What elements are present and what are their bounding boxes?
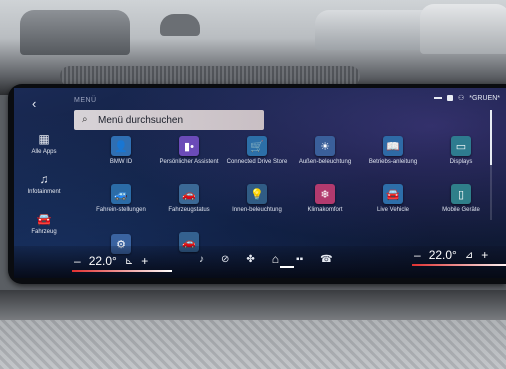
temp-value-right[interactable]: 22.0° <box>429 248 457 262</box>
app-label: Mobile Geräte <box>442 207 480 213</box>
music-icon[interactable]: ♪ <box>199 254 204 265</box>
app-tile-mobile-geraete[interactable]: ▯ Mobile Geräte <box>426 184 496 214</box>
quilted-trim <box>0 320 506 369</box>
interior-light-icon: 💡 <box>247 184 267 204</box>
quick-controls: ♪ ⊘ ✤ ⌂ ▪▪ ☎ <box>199 252 333 266</box>
temp-decrease-left[interactable]: – <box>74 254 81 268</box>
dashboard-trim <box>0 290 506 369</box>
temp-increase-right[interactable]: + <box>481 248 488 262</box>
sidenav-label: Fahrzeug <box>31 229 57 235</box>
temp-indicator-left <box>72 270 172 272</box>
app-tile-betriebsanleitung[interactable]: 📖 Betriebs-anleitung <box>358 136 428 166</box>
car-icon: 🚘 <box>36 212 52 226</box>
climate-icon: ❄ <box>315 184 335 204</box>
app-tile-aussenbeleuchtung[interactable]: ☀ Außen-beleuchtung <box>290 136 360 166</box>
app-label: Fahrzeugstatus <box>168 207 210 213</box>
live-vehicle-icon: 🚘 <box>383 184 403 204</box>
app-label: Innen-beleuchtung <box>232 207 282 213</box>
app-label: BMW ID <box>109 159 133 165</box>
mobile-devices-icon: ▯ <box>451 184 471 204</box>
app-label: Displays <box>449 159 473 165</box>
apps-icon[interactable]: ▪▪ <box>296 254 303 265</box>
seat-heating-icon[interactable]: ⊾ <box>125 256 133 267</box>
app-tile-fahrzeugstatus[interactable]: 🚗 Fahrzeugstatus <box>154 184 224 214</box>
app-tile-innenbeleuchtung[interactable]: 💡 Innen-beleuchtung <box>222 184 292 214</box>
temp-decrease-right[interactable]: – <box>414 248 421 262</box>
seat-heating-icon[interactable]: ⊿ <box>465 250 473 261</box>
app-tile-displays[interactable]: ▭ Displays <box>426 136 496 166</box>
app-label: Persönlicher Assistent <box>159 159 219 165</box>
fan-icon[interactable]: ✤ <box>246 254 254 265</box>
app-tile-assistent[interactable]: ▮• Persönlicher Assistent <box>154 136 224 166</box>
display-icon: ▭ <box>451 136 471 156</box>
drive-settings-icon: 🚙 <box>111 184 131 204</box>
side-navigation: ▦ Alle Apps ♫ Infotainment 🚘 Fahrzeug <box>18 133 70 253</box>
sidenav-item-alle-apps[interactable]: ▦ Alle Apps <box>18 133 70 169</box>
sidenav-item-infotainment[interactable]: ♫ Infotainment <box>18 173 70 209</box>
profile-icon: ⚇ <box>457 95 465 102</box>
app-tile-live-vehicle[interactable]: 🚘 Live Vehicle <box>358 184 428 214</box>
assistant-icon: ▮• <box>179 136 199 156</box>
temp-control-left: – 22.0° ⊾ + <box>74 254 148 268</box>
bmw-id-icon: 👤 <box>111 136 131 156</box>
background-car <box>160 14 200 36</box>
temp-control-right: – 22.0° ⊿ + <box>414 248 488 262</box>
infotainment-screen: ‹ ▦ Alle Apps ♫ Infotainment 🚘 Fahrzeug … <box>14 88 506 278</box>
app-label: Live Vehicle <box>376 207 410 213</box>
back-button[interactable]: ‹ <box>32 96 36 111</box>
home-icon[interactable]: ⌂ <box>272 252 279 266</box>
search-placeholder: Menü durchsuchen <box>98 114 184 126</box>
app-tile-klimakomfort[interactable]: ❄ Klimakomfort <box>290 184 360 214</box>
exterior-light-icon: ☀ <box>315 136 335 156</box>
scrollbar[interactable] <box>490 110 492 220</box>
temp-increase-left[interactable]: + <box>141 254 148 268</box>
store-icon: 🛒 <box>247 136 267 156</box>
search-icon: ⌕ <box>82 114 88 125</box>
app-label: Außen-beleuchtung <box>298 159 352 165</box>
speaker-grille <box>60 66 360 86</box>
search-input[interactable]: ⌕ Menü durchsuchen <box>74 110 264 130</box>
nav-icon[interactable]: ⊘ <box>221 254 229 265</box>
notification-icon <box>446 95 453 101</box>
background-car <box>420 4 506 54</box>
profile-name[interactable]: *GRUEN* <box>469 95 500 102</box>
background-car <box>20 10 130 55</box>
scrollbar-thumb[interactable] <box>490 110 492 165</box>
app-tile-fahreinstellungen[interactable]: 🚙 Fahrein-stellungen <box>86 184 156 214</box>
vehicle-status-icon: 🚗 <box>179 184 199 204</box>
sidenav-label: Alle Apps <box>31 149 57 155</box>
manual-icon: 📖 <box>383 136 403 156</box>
app-tile-bmw-id[interactable]: 👤 BMW ID <box>86 136 156 166</box>
app-label: Betriebs-anleitung <box>368 159 418 165</box>
sidenav-label: Infotainment <box>27 189 61 195</box>
home-indicator <box>280 266 294 268</box>
status-bar: ⚇ *GRUEN* <box>433 94 500 102</box>
app-label: Klimakomfort <box>307 207 343 213</box>
sidenav-item-fahrzeug[interactable]: 🚘 Fahrzeug <box>18 213 70 249</box>
app-tile-store[interactable]: 🛒 Connected Drive Store <box>222 136 292 166</box>
temp-value-left[interactable]: 22.0° <box>89 254 117 268</box>
phone-icon[interactable]: ☎ <box>320 254 332 265</box>
grid-icon: ▦ <box>38 132 50 146</box>
minimize-icon <box>433 97 442 99</box>
page-title: MENÜ <box>74 97 97 104</box>
background-car <box>315 10 435 50</box>
app-label: Connected Drive Store <box>226 159 288 165</box>
music-note-icon: ♫ <box>39 172 49 186</box>
temp-indicator-right <box>412 264 506 266</box>
app-label: Fahrein-stellungen <box>96 207 146 213</box>
